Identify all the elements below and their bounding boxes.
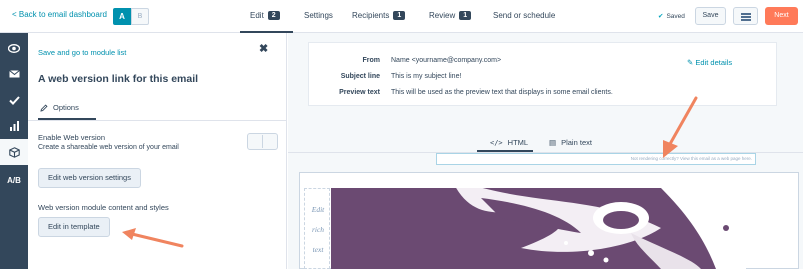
preview-text-value: This will be used as the preview text th… xyxy=(391,89,613,96)
module-icon xyxy=(8,146,20,158)
email-preview-area: From Name <yourname@company.com> Subject… xyxy=(288,33,803,269)
document-icon: ▤ xyxy=(549,138,557,147)
html-tab-label: HTML xyxy=(507,138,529,147)
next-button[interactable]: Next xyxy=(765,7,798,25)
toggle-divider xyxy=(262,135,263,148)
enable-web-version-toggle[interactable] xyxy=(247,133,278,150)
version-b-button[interactable]: B xyxy=(131,8,149,25)
preview-text-label: Preview text xyxy=(339,89,380,96)
tab-recipients-count: 1 xyxy=(393,11,406,20)
pencil-icon xyxy=(40,103,48,112)
tab-edit[interactable]: Edit 2 xyxy=(250,11,280,20)
top-bar: < Back to email dashboard A B Edit 2 Set… xyxy=(0,0,803,33)
ab-test-icon: A/B xyxy=(7,175,21,185)
rich-text-word: rich xyxy=(311,225,325,234)
tab-plain-text[interactable]: ▤ Plain text xyxy=(549,138,592,147)
enable-web-version-help: Create a shareable web version of your e… xyxy=(38,144,179,151)
pencil-icon: ✎ xyxy=(687,58,694,67)
email-header-card: From Name <yourname@company.com> Subject… xyxy=(308,42,777,106)
tab-send-label: Send or schedule xyxy=(493,11,556,20)
edit-details-link[interactable]: ✎ Edit details xyxy=(687,58,732,67)
list-menu-button[interactable] xyxy=(733,7,758,25)
chart-icon xyxy=(9,121,19,131)
rail-ab-test[interactable]: A/B xyxy=(0,167,28,193)
back-to-dashboard-link[interactable]: < Back to email dashboard xyxy=(12,10,107,19)
list-icon-line xyxy=(741,13,751,15)
tab-edit-label: Edit xyxy=(250,11,264,20)
tab-settings-label: Settings xyxy=(304,11,333,20)
save-button[interactable]: Save xyxy=(695,7,726,25)
tab-options[interactable]: Options xyxy=(40,103,79,112)
edit-details-label: Edit details xyxy=(695,58,733,67)
left-icon-rail: A/B xyxy=(0,33,28,269)
saved-status: ✔ Saved xyxy=(658,12,685,20)
email-icon xyxy=(8,70,20,78)
close-icon[interactable]: ✖ xyxy=(259,42,268,55)
subject-line-value: This is my subject line! xyxy=(391,73,462,80)
annotation-arrow-edit-template xyxy=(122,228,184,248)
rail-analytics[interactable] xyxy=(0,113,28,139)
rich-text-word: Edit xyxy=(311,205,325,214)
module-content-label: Web version module content and styles xyxy=(38,203,169,212)
check-icon xyxy=(8,95,20,105)
tab-html[interactable]: </> HTML xyxy=(490,138,528,147)
rail-modules[interactable] xyxy=(0,139,28,165)
list-icon-line xyxy=(741,16,751,18)
plain-text-tab-label: Plain text xyxy=(561,138,592,147)
save-and-go-to-module-list-link[interactable]: Save and go to module list xyxy=(38,48,126,57)
web-version-link-module[interactable]: Not rendering correctly? View this email… xyxy=(436,153,756,165)
tab-review[interactable]: Review 1 xyxy=(429,11,472,20)
tab-recipients-label: Recipients xyxy=(352,11,390,20)
edit-in-template-button[interactable]: Edit in template xyxy=(38,217,110,237)
ab-version-toggle: A B xyxy=(113,8,149,25)
subject-line-label: Subject line xyxy=(340,73,380,80)
from-label: From xyxy=(362,57,381,64)
options-tab-label: Options xyxy=(53,103,79,112)
divider xyxy=(28,120,287,121)
edit-web-version-settings-button[interactable]: Edit web version settings xyxy=(38,168,141,188)
tab-review-label: Review xyxy=(429,11,456,20)
check-icon: ✔ xyxy=(658,13,664,20)
annotation-arrow-web-link xyxy=(663,96,698,158)
panel-title: A web version link for this email xyxy=(38,73,199,85)
abstract-image xyxy=(331,188,746,269)
rail-email[interactable] xyxy=(0,61,28,87)
tab-edit-count: 2 xyxy=(267,11,280,20)
list-icon-line xyxy=(741,19,751,21)
version-a-button[interactable]: A xyxy=(113,8,131,25)
rich-text-module[interactable]: Edit rich text xyxy=(304,188,330,269)
tab-send-or-schedule[interactable]: Send or schedule xyxy=(493,11,555,20)
code-icon: </> xyxy=(490,138,503,147)
rail-preview[interactable] xyxy=(0,35,28,61)
from-value: Name <yourname@company.com> xyxy=(391,57,502,64)
rich-text-word: text xyxy=(312,245,324,254)
image-module[interactable] xyxy=(331,188,746,269)
tab-settings[interactable]: Settings xyxy=(304,11,333,20)
enable-web-version-label: Enable Web version xyxy=(38,133,105,142)
tab-review-count: 1 xyxy=(459,11,472,20)
tab-recipients[interactable]: Recipients 1 xyxy=(352,11,406,20)
rail-checks[interactable] xyxy=(0,87,28,113)
saved-label: Saved xyxy=(666,13,685,20)
eye-icon xyxy=(8,43,20,53)
